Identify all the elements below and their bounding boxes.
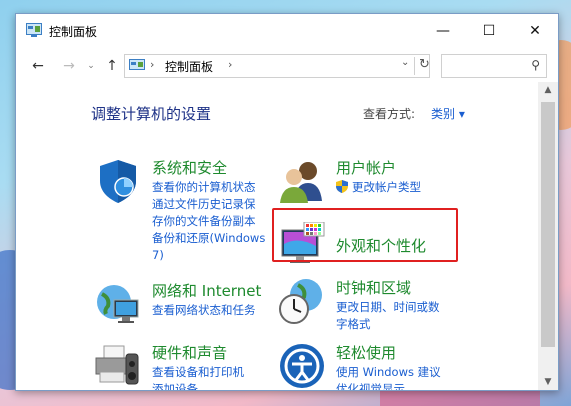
view-by-label: 查看方式: bbox=[363, 107, 416, 121]
category-hardware: 硬件和声音 查看设备和打印机 添加设备 bbox=[94, 342, 274, 390]
category-user-accounts: 用户帐户 更改帐户类型 bbox=[278, 157, 478, 207]
recent-locations-button[interactable]: ⌄ bbox=[82, 57, 100, 75]
printer-icon[interactable] bbox=[94, 342, 142, 390]
category-title-network[interactable]: 网络和 Internet bbox=[152, 280, 261, 301]
maximize-button[interactable]: ☐ bbox=[466, 14, 512, 48]
link-optimize-visual[interactable]: 优化视觉显示 bbox=[336, 380, 405, 390]
link-change-date-time[interactable]: 更改日期、时间或数 bbox=[336, 298, 440, 316]
link-windows-suggestions[interactable]: 使用 Windows 建议 bbox=[336, 363, 441, 381]
category-network: 网络和 Internet 查看网络状态和任务 bbox=[94, 280, 274, 330]
category-title-system[interactable]: 系统和安全 bbox=[152, 157, 227, 178]
vertical-scrollbar[interactable]: ▲ ▼ bbox=[538, 82, 558, 390]
page-title: 调整计算机的设置 bbox=[91, 105, 212, 123]
shield-icon[interactable] bbox=[94, 157, 142, 205]
chevron-right-icon[interactable]: › bbox=[150, 58, 154, 71]
link-change-date-time-cont[interactable]: 字格式 bbox=[336, 315, 371, 333]
chevron-right-icon[interactable]: › bbox=[228, 58, 232, 71]
scroll-down-arrow-icon[interactable]: ▼ bbox=[538, 374, 558, 390]
refresh-button[interactable]: ↻ bbox=[414, 57, 430, 75]
search-icon: ⚲ bbox=[531, 58, 540, 72]
control-panel-icon bbox=[129, 59, 145, 70]
category-system-security: 系统和安全 查看你的计算机状态 通过文件历史记录保 存你的文件备份副本 备份和还… bbox=[94, 157, 274, 277]
address-dropdown-icon[interactable]: ⌄ bbox=[401, 57, 409, 68]
control-panel-icon bbox=[26, 23, 42, 37]
network-globe-icon[interactable] bbox=[94, 280, 142, 328]
up-button[interactable]: ↑ bbox=[103, 57, 121, 75]
link-view-computer-status[interactable]: 查看你的计算机状态 bbox=[152, 178, 256, 196]
main-content: 调整计算机的设置 查看方式: 类别 ▾ 系统和安全 查看你的计算机状态 通过文件… bbox=[16, 82, 536, 390]
link-file-history[interactable]: 通过文件历史记录保 bbox=[152, 195, 256, 213]
address-crumb[interactable]: 控制面板 bbox=[165, 58, 213, 75]
navigation-bar: ← → ⌄ ↑ › 控制面板 › ⌄ ↻ ⚲ bbox=[16, 48, 558, 82]
link-backup-restore-cont[interactable]: 7) bbox=[152, 246, 164, 264]
search-input[interactable]: ⚲ bbox=[441, 54, 547, 78]
control-panel-window: 控制面板 — ☐ ✕ ← → ⌄ ↑ › 控制面板 › ⌄ ↻ ⚲ 调整计算机的… bbox=[15, 13, 559, 391]
category-clock-region: 时钟和区域 更改日期、时间或数 字格式 bbox=[278, 277, 478, 337]
link-network-status[interactable]: 查看网络状态和任务 bbox=[152, 301, 256, 319]
uac-shield-icon bbox=[336, 180, 348, 193]
forward-button[interactable]: → bbox=[60, 57, 78, 75]
scrollbar-thumb[interactable] bbox=[541, 102, 555, 347]
view-by-dropdown[interactable]: 类别 ▾ bbox=[431, 105, 465, 122]
address-bar[interactable]: › 控制面板 › ⌄ ↻ bbox=[124, 54, 430, 78]
close-button[interactable]: ✕ bbox=[512, 14, 558, 48]
window-title: 控制面板 bbox=[49, 25, 98, 39]
minimize-button[interactable]: — bbox=[420, 14, 466, 48]
category-title-ease[interactable]: 轻松使用 bbox=[336, 342, 396, 363]
category-title-hardware[interactable]: 硬件和声音 bbox=[152, 342, 227, 363]
users-icon[interactable] bbox=[278, 157, 326, 205]
category-title-user[interactable]: 用户帐户 bbox=[336, 157, 396, 178]
clock-globe-icon[interactable] bbox=[278, 277, 326, 325]
link-backup-restore[interactable]: 备份和还原(Windows bbox=[152, 229, 265, 247]
accessibility-icon[interactable] bbox=[278, 342, 326, 390]
link-file-history-cont[interactable]: 存你的文件备份副本 bbox=[152, 212, 256, 230]
title-bar[interactable]: 控制面板 — ☐ ✕ bbox=[16, 14, 558, 48]
category-title-clock[interactable]: 时钟和区域 bbox=[336, 277, 411, 298]
back-button[interactable]: ← bbox=[29, 57, 47, 75]
category-ease-of-access: 轻松使用 使用 Windows 建议 优化视觉显示 bbox=[278, 342, 478, 390]
scroll-up-arrow-icon[interactable]: ▲ bbox=[538, 82, 558, 98]
link-change-account-type[interactable]: 更改帐户类型 bbox=[352, 178, 421, 196]
link-devices-printers[interactable]: 查看设备和打印机 bbox=[152, 363, 244, 381]
highlight-box bbox=[272, 208, 458, 262]
link-add-device[interactable]: 添加设备 bbox=[152, 380, 198, 390]
